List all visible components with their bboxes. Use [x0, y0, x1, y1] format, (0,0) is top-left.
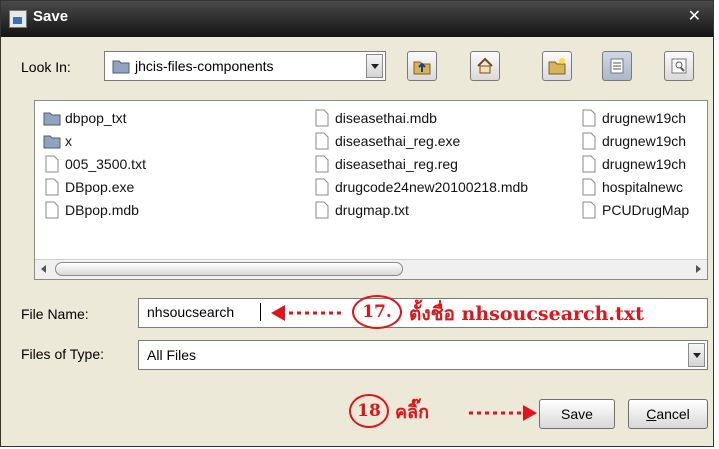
scroll-left-icon[interactable] [41, 265, 46, 273]
file-icon [315, 178, 329, 196]
file-icon [582, 178, 596, 196]
files-of-type-label: Files of Type: [21, 346, 105, 362]
save-button[interactable]: Save [539, 399, 615, 429]
cancel-button[interactable]: Cancel [628, 399, 708, 429]
step-17-circle: 17. [352, 295, 402, 329]
details-view-button[interactable] [664, 51, 694, 81]
file-icon [45, 178, 59, 196]
file-icon [315, 201, 329, 219]
file-icon [315, 109, 329, 127]
new-folder-icon [548, 58, 566, 75]
up-one-level-button[interactable] [407, 51, 437, 81]
step-17-text: ตั้งชื่อ nhsoucsearch.txt [409, 303, 644, 325]
java-app-icon [9, 10, 27, 28]
file-icon [315, 132, 329, 150]
scrollbar-thumb[interactable] [55, 262, 403, 276]
annotation-arrow-18 [469, 405, 537, 421]
home-button[interactable] [470, 51, 500, 81]
file-icon [582, 201, 596, 219]
horizontal-scrollbar[interactable] [35, 259, 707, 279]
chevron-down-icon[interactable] [688, 343, 705, 367]
title-bar[interactable]: Save ✕ [1, 1, 713, 37]
file-list[interactable]: dbpop_txt x 005_3500.txt DBpop.exe DBpop… [34, 100, 708, 280]
list-view-icon [610, 58, 624, 74]
save-dialog: Save ✕ Look In: jhcis-files-components d… [0, 0, 714, 447]
list-view-button[interactable] [602, 51, 632, 81]
folder-icon [43, 135, 61, 149]
file-name-label: File Name: [21, 306, 89, 322]
files-of-type-combo[interactable]: All Files [138, 340, 708, 370]
new-folder-button[interactable] [542, 51, 572, 81]
file-icon [582, 109, 596, 127]
close-icon[interactable]: ✕ [688, 6, 701, 25]
file-icon [45, 155, 59, 173]
file-name-value: nhsoucsearch [147, 304, 235, 320]
up-folder-icon [413, 61, 431, 75]
annotation-arrow-17 [271, 305, 345, 321]
details-view-icon [671, 58, 687, 74]
folder-icon [112, 60, 130, 74]
home-icon [477, 57, 493, 74]
file-icon [315, 155, 329, 173]
step-18-circle: 18 [349, 394, 389, 428]
file-icon [582, 132, 596, 150]
window-title: Save [33, 8, 69, 25]
folder-icon [43, 112, 61, 126]
look-in-value: jhcis-files-components [135, 58, 274, 74]
step-18-text: คลิ๊ก [395, 402, 429, 423]
file-icon [45, 201, 59, 219]
scroll-right-icon[interactable] [696, 265, 701, 273]
text-caret [260, 303, 261, 321]
files-of-type-value: All Files [147, 347, 197, 363]
look-in-label: Look In: [21, 59, 71, 75]
look-in-combo[interactable]: jhcis-files-components [104, 51, 386, 81]
file-icon [582, 155, 596, 173]
chevron-down-icon[interactable] [366, 54, 383, 78]
